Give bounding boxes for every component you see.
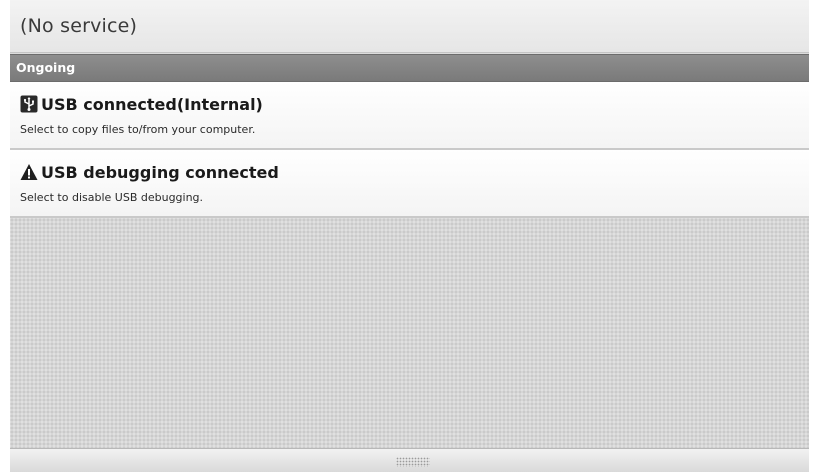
empty-shade-area [10, 218, 809, 448]
grip-handle-icon[interactable] [396, 457, 430, 467]
notification-usb-debugging[interactable]: USB debugging connected Select to disabl… [10, 150, 809, 218]
notification-description: Select to disable USB debugging. [20, 191, 204, 204]
notification-usb-connected[interactable]: USB connected(Internal) Select to copy f… [10, 82, 809, 150]
status-bar: (No service) [10, 0, 809, 53]
ongoing-header: Ongoing [10, 54, 809, 82]
shade-close-handle[interactable] [10, 448, 809, 472]
notification-title: USB connected(Internal) [41, 95, 263, 114]
notification-shade: (No service) Ongoing USB connected(Inter… [10, 0, 809, 472]
section-title: Ongoing [16, 60, 76, 75]
carrier-label: (No service) [20, 15, 138, 37]
warning-icon [20, 164, 38, 180]
notification-title: USB debugging connected [41, 163, 279, 182]
usb-icon [20, 95, 38, 113]
notification-description: Select to copy files to/from your comput… [20, 123, 256, 136]
